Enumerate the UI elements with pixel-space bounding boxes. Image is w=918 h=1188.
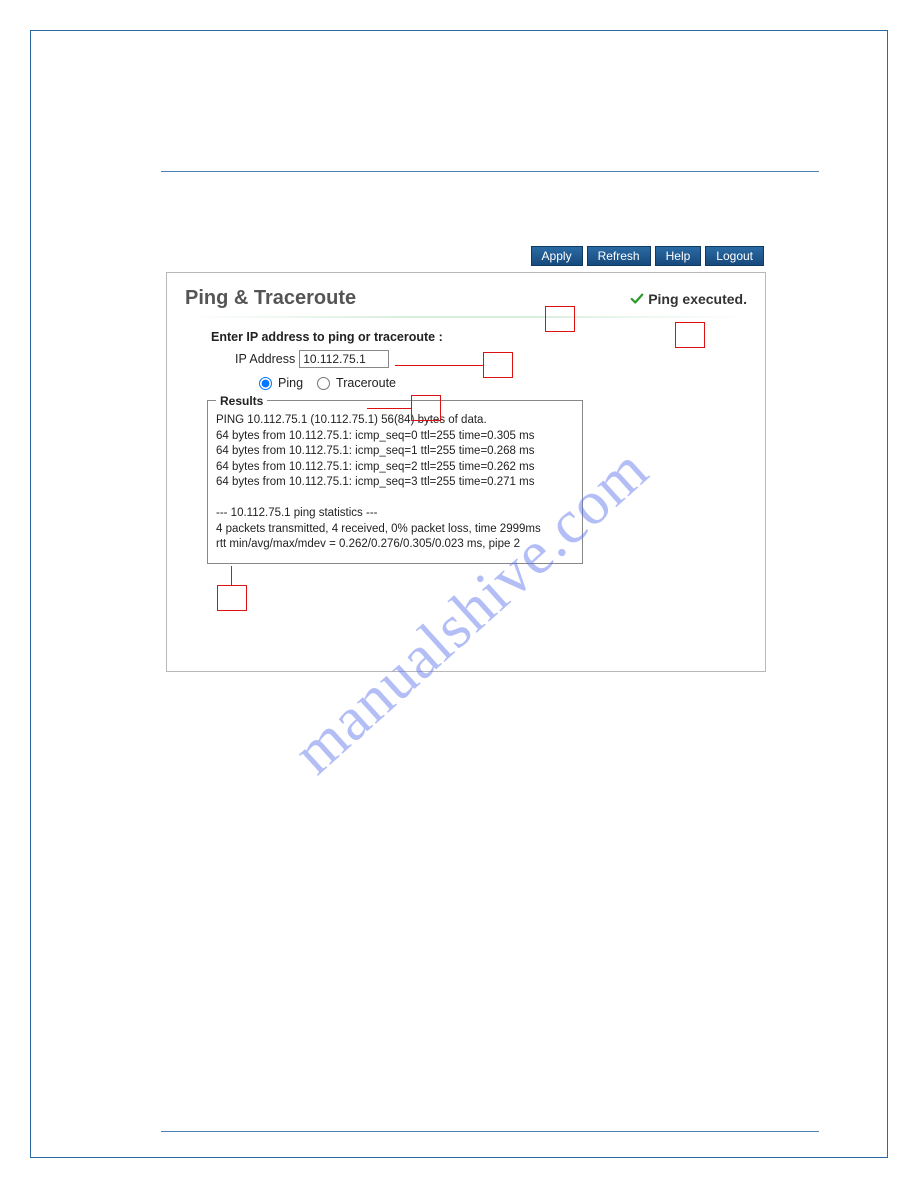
toolbar: Apply Refresh Help Logout [166,246,766,266]
checkmark-icon [630,292,644,306]
callout-box [483,352,513,378]
callout-line [231,566,232,585]
screenshot-area: Apply Refresh Help Logout Ping & Tracero… [166,246,766,672]
callout-box [411,395,441,421]
ip-address-input[interactable] [299,350,389,368]
callout-box [217,585,247,611]
panel-title: Ping & Traceroute [185,287,356,310]
status-underline [185,316,747,318]
divider-top [161,171,819,172]
status-text: Ping executed. [648,291,747,307]
apply-button[interactable]: Apply [531,246,583,266]
callout-box [545,306,575,332]
panel-header: Ping & Traceroute Ping executed. [185,287,747,310]
ping-radio[interactable] [259,377,272,390]
ip-label: IP Address [235,352,295,366]
logout-button[interactable]: Logout [705,246,764,266]
results-box: Results PING 10.112.75.1 (10.112.75.1) 5… [207,400,583,564]
traceroute-radio[interactable] [317,377,330,390]
status-area: Ping executed. [630,291,747,307]
divider-bottom [161,1131,819,1132]
callout-box [675,322,705,348]
results-legend: Results [216,393,267,409]
results-text: PING 10.112.75.1 (10.112.75.1) 56(84) by… [216,413,574,553]
callout-line [367,408,411,409]
form-prompt: Enter IP address to ping or traceroute : [211,330,747,344]
ping-radio-label: Ping [278,376,303,390]
traceroute-radio-label: Traceroute [336,376,396,390]
callout-line [395,365,483,366]
radio-row: Ping Traceroute [259,376,747,390]
form-block: Enter IP address to ping or traceroute :… [211,330,747,390]
help-button[interactable]: Help [655,246,702,266]
refresh-button[interactable]: Refresh [587,246,651,266]
page-frame: Apply Refresh Help Logout Ping & Tracero… [30,30,888,1158]
ping-traceroute-panel: Ping & Traceroute Ping executed. Enter I… [166,272,766,672]
